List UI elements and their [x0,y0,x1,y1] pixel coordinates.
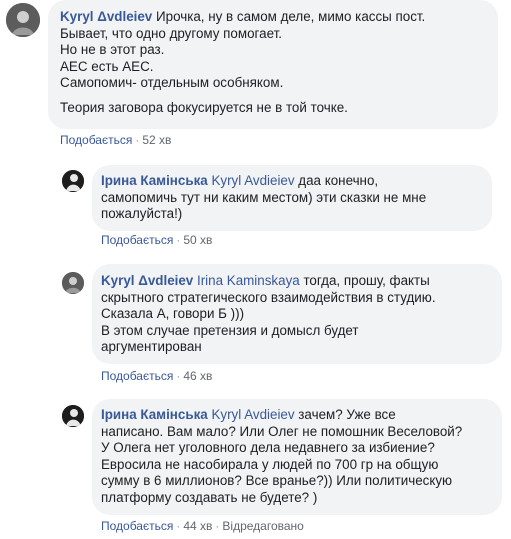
reply-comment: Ірина Камінська Kyryl Avdieiev зачем? Уж… [0,395,511,539]
comment-timestamp[interactable]: 50 хв [183,233,212,247]
like-button[interactable]: Подобається [101,233,173,247]
avatar[interactable] [62,170,84,192]
comment-author[interactable]: Kyryl Δvdleiev [60,9,152,24]
comment-actions: Подобається · 44 хв · Відредаговано [101,519,304,533]
comment-author[interactable]: Kyryl Δvdleiev [101,273,193,288]
comment-text-line: Бывает, что одно другому помогает. [60,25,282,41]
comment-text-line: зачем? Уже все [298,407,396,422]
comment-timestamp[interactable]: 52 хв [142,133,171,147]
comment-bubble: Ірина Камінська Kyryl Avdieiev зачем? Уж… [92,399,502,515]
avatar[interactable] [62,272,84,294]
comment-text-line: аргументирован [101,339,202,354]
comment-timestamp[interactable]: 46 хв [183,369,212,383]
comment-text-line: тогда, прошу, факты [303,273,430,288]
avatar[interactable] [62,405,84,427]
comment-text-line: Сказала А, говори Б ))) [101,306,245,321]
like-button[interactable]: Подобається [101,369,173,383]
comment-actions: Подобається · 46 хв [101,369,212,383]
avatar[interactable] [6,3,40,37]
separator-dot: · [176,519,181,533]
comment-text-line: платформу создавать не будете? ) [101,489,318,505]
comment-text-line: сумму в 6 миллионов? Все вранье?)) Или п… [101,473,453,488]
comment-actions: Подобається · 50 хв [101,233,212,247]
comment-text-line: самопомичь тут ни каким местом) эти сказ… [101,189,427,205]
like-button[interactable]: Подобається [60,133,132,147]
comment-author[interactable]: Ірина Камінська [101,173,208,188]
comment-text-line: У Олега нет уголовного дела недавнего за… [101,440,435,455]
comment-author[interactable]: Ірина Камінська [101,407,208,422]
comment-bubble: Kyryl Δvdleiev Ирочка, ну в самом деле, … [48,0,498,129]
comment-bubble: Ірина Камінська Kyryl Avdieiev даа конеч… [92,165,492,231]
comment-text-line: скрытного стратегического взаимодействия… [101,289,436,305]
comment-text-line: пожалуйста!) [101,206,183,221]
separator-dot: · [135,133,140,147]
comment-text-line: написано. Вам мало? Или Олег не помошник… [101,423,463,439]
comment-text-line: Самопомич- отдельным особняком. [60,75,284,90]
comment-text-line: Евросила не насобирала у людей по 700 гр… [101,456,439,472]
mention-link[interactable]: Kyryl Avdieiev [211,407,294,422]
mention-link[interactable]: Irina Kaminskaya [197,273,300,288]
comment-actions: Подобається · 52 хв [60,133,171,147]
comment-timestamp[interactable]: 44 хв [183,519,212,533]
comment-text-line: Теория заговора фокусируется не в той то… [60,99,348,115]
comment-text-line: даа конечно, [298,173,379,188]
mention-link[interactable]: Kyryl Avdieiev [211,173,294,188]
comment-text-line: Ирочка, ну в самом деле, мимо кассы пост… [156,9,426,24]
user-avatar-icon [62,170,84,192]
separator-dot: · [176,369,181,383]
comment-bubble: Kyryl Δvdleiev Irina Kaminskaya тогда, п… [92,264,502,364]
reply-comment: Ірина Камінська Kyryl Avdieiev даа конеч… [0,160,511,255]
like-button[interactable]: Подобається [101,519,173,533]
comment-text-line: В этом случае претензия и домысл будет [101,322,359,338]
comment: Kyryl Δvdleiev Ирочка, ну в самом деле, … [0,0,511,150]
separator-dot: · [176,233,181,247]
user-avatar-icon [6,3,40,37]
comment-text-line: Но не в этот раз. [60,42,165,57]
comment-text-line: АЕС есть АЕС. [60,58,154,74]
user-avatar-icon [62,405,84,427]
separator-dot: · [215,519,220,533]
edited-label[interactable]: Відредаговано [222,519,303,533]
user-avatar-icon [62,272,84,294]
reply-comment: Kyryl Δvdleiev Irina Kaminskaya тогда, п… [0,260,511,385]
